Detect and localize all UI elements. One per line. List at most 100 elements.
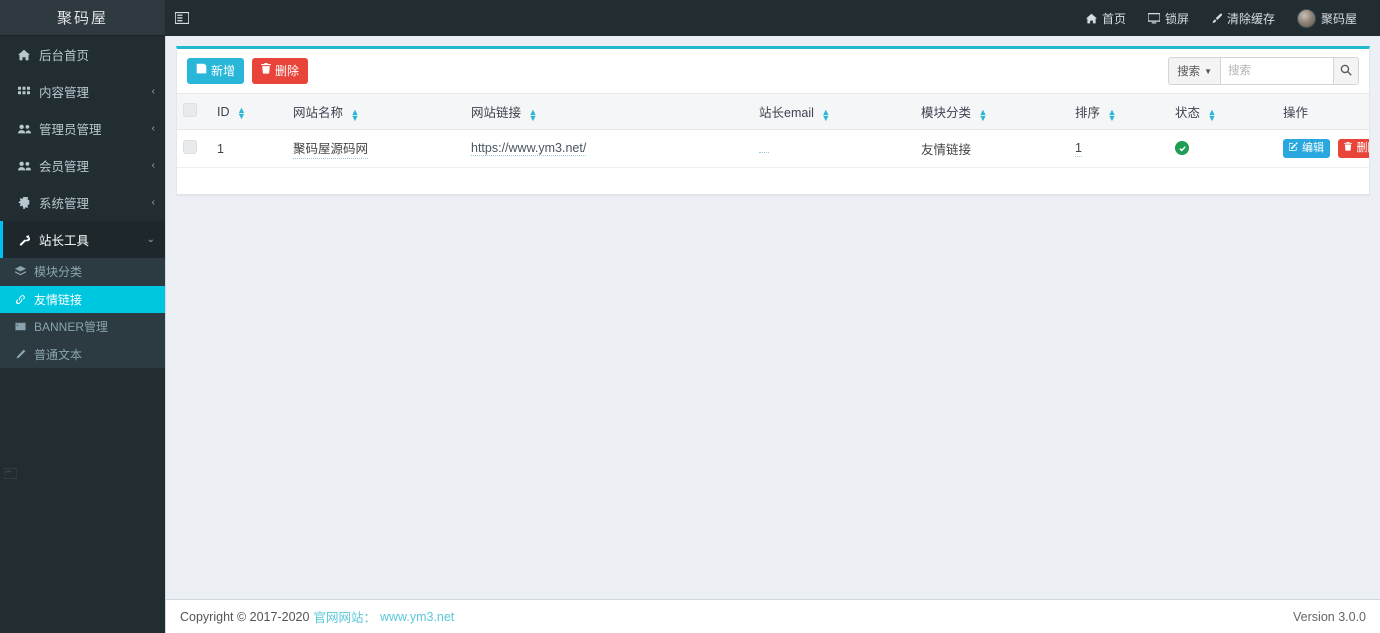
table-row: 1 聚码屋源码网 https://www.ym3.net/ 友情链接 1 编辑 …: [177, 129, 1369, 168]
submenu-item-label: BANNER管理: [34, 320, 109, 335]
sidebar-link-admins[interactable]: 管理员管理 ‹: [0, 110, 165, 147]
sidebar-item-dashboard[interactable]: 后台首页: [0, 36, 165, 73]
submenu-link-friend-links[interactable]: 友情链接: [0, 285, 165, 313]
cell-sort: 1: [1069, 129, 1169, 168]
cell-id: 1: [211, 129, 287, 168]
sidebar-link-content[interactable]: 内容管理 ‹: [0, 73, 165, 110]
sidebar-link-members[interactable]: 会员管理 ‹: [0, 147, 165, 184]
submenu-item-label: 普通文本: [34, 347, 83, 362]
navbar-user-name: 聚码屋: [1320, 11, 1357, 26]
check-circle-icon[interactable]: [1175, 141, 1189, 156]
add-button-label: 新增: [211, 63, 236, 78]
trash-icon: [261, 63, 271, 78]
navbar-item-lockscreen[interactable]: 锁屏: [1137, 0, 1200, 36]
sidebar-item-system[interactable]: 系统管理 ‹: [0, 184, 165, 221]
sidebar-toggle-icon[interactable]: [165, 0, 199, 36]
navbar-item-label: 首页: [1101, 11, 1126, 26]
editable-email[interactable]: [759, 151, 769, 153]
chevron-left-icon: ‹: [151, 197, 155, 208]
sort-icon[interactable]: ▲ ▼: [979, 107, 988, 122]
save-icon: [196, 63, 207, 78]
sidebar: 聚码屋 后台首页 内容管理 ‹ 管理员管理 ‹ 会员管理 ‹ 系统管理 ‹ 站长…: [0, 0, 165, 633]
main-content: 新增 删除 搜索 ▼ 搜索 ID ▲ ▼ 网站名称 ▲ ▼ 网站链接 ▲ ▼ 站…: [165, 36, 1380, 599]
submenu-item-label: 友情链接: [34, 292, 83, 307]
navbar-right: 首页 锁屏 清除缓存 聚码屋: [1075, 0, 1380, 36]
column-header-id[interactable]: ID ▲ ▼: [211, 93, 287, 130]
sidebar-item-label: 会员管理: [39, 160, 90, 174]
users-icon: [15, 160, 33, 172]
footer-copyright: Copyright © 2017-2020: [180, 609, 310, 624]
sidebar-link-system[interactable]: 系统管理 ‹: [0, 184, 165, 221]
search-dropdown-label: 搜索: [1177, 66, 1201, 78]
sidebar-collapse-icon[interactable]: [3, 467, 18, 480]
sidebar-item-label: 系统管理: [39, 197, 90, 211]
chevron-down-icon: ⌄: [146, 234, 155, 245]
avatar: [1296, 8, 1316, 28]
add-button[interactable]: 新增: [187, 58, 245, 84]
submenu-item-plain-text[interactable]: 普通文本: [0, 341, 165, 369]
top-navbar: 首页 锁屏 清除缓存 聚码屋: [165, 0, 1380, 36]
sidebar-item-webmaster-tools[interactable]: 站长工具 ⌄ 模块分类 友情链接 BANNER管理 普通文本: [0, 221, 165, 368]
grid-icon: [15, 86, 33, 98]
link-icon: [12, 294, 28, 305]
navbar-item-home[interactable]: 首页: [1075, 0, 1137, 36]
column-header-sort[interactable]: 排序 ▲ ▼: [1069, 93, 1169, 130]
sort-icon[interactable]: ▲ ▼: [529, 107, 538, 122]
brand-title: 聚码屋: [0, 0, 165, 36]
sort-icon[interactable]: ▲ ▼: [1208, 107, 1217, 122]
footer-site-url[interactable]: www.ym3.net: [380, 610, 454, 624]
admin-dashboard: 聚码屋 后台首页 内容管理 ‹ 管理员管理 ‹ 会员管理 ‹ 系统管理 ‹ 站长…: [0, 0, 1380, 633]
row-checkbox[interactable]: [183, 140, 197, 154]
search-input[interactable]: [1220, 57, 1333, 85]
navbar-item-clear-cache[interactable]: 清除缓存: [1200, 0, 1286, 36]
submenu-item-banner[interactable]: BANNER管理: [0, 313, 165, 341]
editable-sort[interactable]: 1: [1075, 141, 1082, 157]
select-all-checkbox[interactable]: [183, 103, 197, 117]
sidebar-item-content[interactable]: 内容管理 ‹: [0, 73, 165, 110]
sort-icon[interactable]: ▲ ▼: [821, 107, 830, 122]
delete-row-button[interactable]: 删除: [1338, 138, 1369, 159]
column-header-email[interactable]: 站长email ▲ ▼: [753, 93, 915, 130]
image-icon: [12, 321, 28, 332]
column-header-status[interactable]: 状态 ▲ ▼: [1169, 93, 1277, 130]
navbar-user-menu[interactable]: 聚码屋: [1286, 0, 1368, 36]
column-header-name[interactable]: 网站名称 ▲ ▼: [287, 93, 465, 130]
submenu-item-friend-links[interactable]: 友情链接: [0, 285, 165, 313]
navbar-item-label: 清除缓存: [1226, 11, 1275, 26]
submenu-link-plain-text[interactable]: 普通文本: [0, 341, 165, 369]
delete-row-label: 删除: [1356, 141, 1369, 154]
edit-row-button[interactable]: 编辑: [1283, 138, 1330, 159]
search-dropdown[interactable]: 搜索 ▼: [1168, 57, 1220, 85]
sidebar-link-dashboard[interactable]: 后台首页: [0, 36, 165, 73]
editable-name[interactable]: 聚码屋源码网: [293, 138, 369, 159]
editable-link[interactable]: https://www.ym3.net/: [471, 141, 587, 156]
sort-icon[interactable]: ▲ ▼: [237, 106, 246, 121]
sort-icon[interactable]: ▲ ▼: [1108, 107, 1117, 122]
search-submit-button[interactable]: [1333, 57, 1359, 85]
search-icon: [1340, 64, 1352, 79]
sidebar-item-members[interactable]: 会员管理 ‹: [0, 147, 165, 184]
table-body: 1 聚码屋源码网 https://www.ym3.net/ 友情链接 1 编辑 …: [177, 129, 1369, 194]
delete-button-label: 删除: [275, 63, 300, 78]
column-label: 模块分类: [921, 106, 972, 120]
trash-icon: [1344, 141, 1353, 155]
table-spacer-row: [177, 168, 1369, 194]
sidebar-item-label: 管理员管理: [39, 123, 102, 137]
cell-status: [1169, 129, 1277, 168]
submenu-item-module-category[interactable]: 模块分类: [0, 258, 165, 286]
column-label: 操作: [1283, 106, 1309, 120]
home-icon: [1085, 13, 1097, 24]
search-group: 搜索 ▼: [1168, 57, 1359, 85]
column-header-link[interactable]: 网站链接 ▲ ▼: [465, 93, 753, 130]
sort-icon[interactable]: ▲ ▼: [351, 107, 360, 122]
chevron-left-icon: ‹: [151, 123, 155, 134]
column-label: 网站链接: [471, 106, 522, 120]
submenu-link-module-category[interactable]: 模块分类: [0, 258, 165, 286]
column-header-category[interactable]: 模块分类 ▲ ▼: [915, 93, 1069, 130]
submenu-link-banner[interactable]: BANNER管理: [0, 313, 165, 341]
sidebar-link-webmaster-tools[interactable]: 站长工具 ⌄: [0, 221, 165, 258]
delete-button[interactable]: 删除: [252, 58, 309, 84]
friend-links-table: ID ▲ ▼ 网站名称 ▲ ▼ 网站链接 ▲ ▼ 站长email ▲ ▼ 模块分…: [177, 93, 1369, 194]
cell-email: [753, 129, 915, 168]
sidebar-item-admins[interactable]: 管理员管理 ‹: [0, 110, 165, 147]
